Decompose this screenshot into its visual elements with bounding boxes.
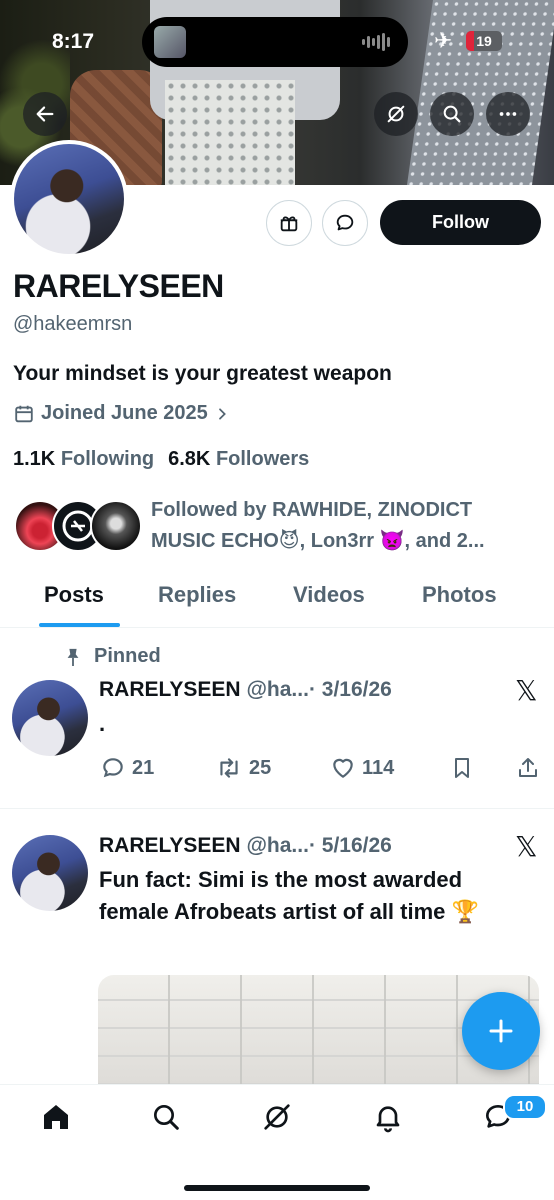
post-text: .: [99, 711, 106, 736]
bell-icon: [376, 1106, 400, 1133]
x-logo-icon[interactable]: 𝕏: [515, 674, 538, 707]
bookmark-icon: [455, 758, 469, 778]
search-icon: [154, 1105, 179, 1130]
reply-button[interactable]: 21: [100, 755, 154, 781]
post-author[interactable]: RARELYSEEN: [99, 834, 241, 857]
pinned-label: Pinned: [94, 645, 161, 667]
message-button[interactable]: [322, 200, 368, 246]
grok-icon: [387, 105, 405, 123]
follow-button[interactable]: Follow: [380, 200, 541, 245]
now-playing-thumbnail: [154, 26, 186, 58]
active-tab-indicator: [39, 623, 120, 627]
nav-notifications[interactable]: [372, 1101, 404, 1133]
followed-by-text[interactable]: Followed by RAWHIDE, ZINODICT MUSIC ECHO…: [151, 495, 546, 557]
post-header: RARELYSEEN @ha...· 3/16/26: [99, 678, 392, 702]
messages-badge: 10: [503, 1094, 547, 1120]
battery-indicator: 19: [466, 31, 502, 51]
profile-handle: @hakeemrsn: [13, 313, 133, 335]
home-indicator: [184, 1185, 370, 1191]
banner-pants: [165, 80, 295, 185]
bookmark-button[interactable]: [450, 755, 474, 781]
following-label: Following: [60, 448, 155, 470]
compose-button[interactable]: [462, 992, 540, 1070]
tab-posts[interactable]: Posts: [44, 582, 104, 608]
share-icon: [519, 758, 537, 777]
chevron-right-icon: [218, 407, 226, 420]
bottom-navigation: [0, 1084, 554, 1200]
post-author[interactable]: RARELYSEEN: [99, 678, 241, 701]
tab-photos[interactable]: Photos: [422, 582, 497, 608]
reply-count: 21: [132, 756, 155, 779]
airplane-mode-icon: ✈: [434, 28, 453, 53]
like-button[interactable]: 114: [330, 755, 394, 781]
message-icon: [336, 214, 354, 231]
post-date[interactable]: · 5/16/26: [309, 834, 392, 857]
profile-avatar[interactable]: [10, 140, 128, 258]
followed-by-avatars[interactable]: [14, 500, 144, 554]
tab-videos[interactable]: Videos: [293, 582, 365, 608]
grok-button[interactable]: [374, 92, 418, 136]
followers-count: 6.8K: [168, 448, 211, 470]
reply-icon: [103, 758, 123, 778]
followed-by-line: Followed by RAWHIDE, ZINODICT: [151, 499, 473, 521]
profile-bio: Your mindset is your greatest weapon: [13, 362, 392, 385]
post-avatar[interactable]: [12, 680, 88, 756]
dynamic-island[interactable]: [142, 17, 408, 67]
repost-icon: [220, 758, 238, 778]
grok-icon: [264, 1104, 290, 1130]
audio-wave-icon: [362, 33, 392, 51]
plus-icon: [489, 1019, 513, 1043]
post-actions: 21 25 114: [100, 755, 545, 785]
calendar-icon: [15, 405, 33, 422]
avatar-image: [14, 144, 124, 254]
following-count: 1.1K: [13, 448, 56, 470]
share-button[interactable]: [516, 755, 540, 781]
post-handle[interactable]: @ha...: [246, 834, 309, 857]
home-icon: [44, 1105, 68, 1129]
followers-link[interactable]: 6.8K Followers: [168, 448, 309, 470]
gift-icon: [280, 216, 298, 232]
nav-search[interactable]: [150, 1101, 182, 1133]
more-icon: [499, 112, 517, 116]
follower-avatar: [90, 500, 142, 552]
nav-grok[interactable]: [261, 1101, 293, 1133]
post-text: Fun fact: Simi is the most awarded femal…: [99, 867, 479, 924]
tab-replies[interactable]: Replies: [158, 582, 236, 608]
followers-label: Followers: [215, 448, 310, 470]
nav-home[interactable]: [40, 1101, 72, 1133]
post-date[interactable]: · 3/16/26: [309, 678, 392, 701]
search-icon: [443, 105, 461, 123]
like-count: 114: [362, 756, 395, 779]
more-button[interactable]: [486, 92, 530, 136]
follow-stats: 1.1K Following 6.8K Followers: [13, 448, 309, 471]
post-header: RARELYSEEN @ha...· 5/16/26: [99, 834, 392, 858]
profile-tabs: Posts Replies Videos Photos: [0, 570, 554, 628]
followed-by-line: MUSIC ECHO😈, Lon3rr 👿, and 2...: [151, 530, 485, 552]
repost-button[interactable]: 25: [215, 755, 271, 781]
pin-icon: [67, 648, 79, 666]
search-button[interactable]: [430, 92, 474, 136]
back-arrow-icon: [36, 106, 54, 122]
post-avatar[interactable]: [12, 835, 88, 911]
post-divider: [0, 808, 554, 809]
status-time: 8:17: [52, 30, 95, 53]
profile-name: RARELYSEEN: [13, 268, 224, 304]
pinned-indicator: Pinned: [64, 645, 161, 668]
avatar-image: [12, 680, 88, 756]
like-icon: [333, 758, 353, 778]
gift-button[interactable]: [266, 200, 312, 246]
banner-chair: [406, 0, 554, 185]
joined-date[interactable]: Joined June 2025: [13, 402, 230, 425]
back-button[interactable]: [23, 92, 67, 136]
joined-label: Joined June 2025: [41, 402, 208, 424]
repost-count: 25: [249, 756, 272, 779]
avatar-image: [12, 835, 88, 911]
post-handle[interactable]: @ha...: [246, 678, 309, 701]
following-link[interactable]: 1.1K Following: [13, 448, 154, 470]
x-logo-icon[interactable]: 𝕏: [515, 830, 538, 863]
